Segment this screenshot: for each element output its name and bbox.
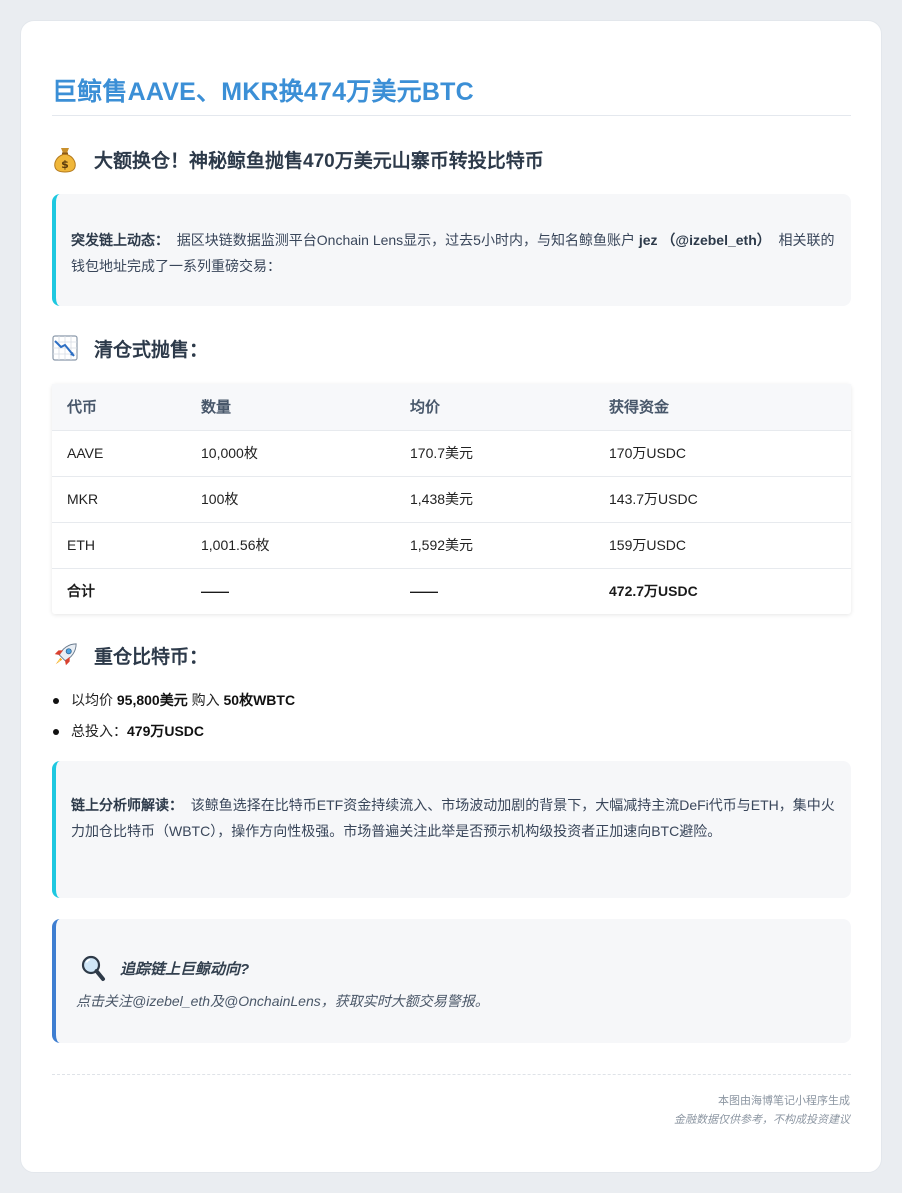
headline-text: 大额换仓！神秘鲸鱼抛售470万美元山寨币转投比特币 [94,150,544,172]
btc-section-title: 重仓比特币： [94,646,209,668]
table-cell: MKR [67,491,99,507]
magnifier-icon [80,953,108,983]
total-cell: 合计 [67,583,95,600]
table-cell: 170万USDC [609,445,687,461]
column-header: 代币 [67,399,98,417]
intro-account: jez （@izebel_eth） [638,232,771,248]
bullet-price: 95,800美元 [116,692,188,708]
footer-divider [52,1074,851,1075]
sell-section-heading: 清仓式抛售： [52,333,208,363]
table-row: ETH 1,001.56枚 1,592美元 159万USDC [52,522,851,568]
table-cell: 170.7美元 [410,445,474,461]
table-row: AAVE 10,000枚 170.7美元 170万USDC [52,430,851,476]
bullet-amount: 50枚WBTC [223,692,296,708]
table-cell: 1,592美元 [410,537,474,553]
headline: $ 大额换仓！神秘鲸鱼抛售470万美元山寨币转投比特币 [52,144,544,174]
table-row: MKR 100枚 1,438美元 143.7万USDC [52,476,851,522]
list-item: 总投入：479万USDC [52,721,295,752]
money-bag-icon: $ [52,144,78,174]
analysis-callout: 链上分析师解读： 该鲸鱼选择在比特币ETF资金持续流入、市场波动加剧的背景下，大… [52,761,851,898]
column-header: 数量 [201,399,232,417]
intro-callout: 突发链上动态： 据区块链数据监测平台Onchain Lens显示，过去5小时内，… [52,194,851,306]
intro-label: 突发链上动态： [71,232,169,248]
analysis-text: 该鲸鱼选择在比特币ETF资金持续流入、市场波动加剧的背景下，大幅减持主流DeFi… [71,797,835,839]
total-cell: 472.7万USDC [609,583,698,600]
table-cell: ETH [67,537,95,553]
intro-text1: 据区块链数据监测平台Onchain Lens显示，过去5小时内，与知名鲸鱼账户 [176,232,635,248]
bullet-amount: 479万USDC [127,723,205,739]
chart-decreasing-icon [52,333,78,363]
sell-section-title: 清仓式抛售： [94,339,209,361]
page-title: 巨鲸售AAVE、MKR换474万美元BTC [52,78,474,106]
rocket-icon [52,640,78,670]
total-cell: —— [410,583,438,600]
svg-text:$: $ [61,158,69,171]
footer-generator-note: 本图由海博笔记小程序生成 [718,1095,850,1107]
track-text: 点击关注@izebel_eth及@OnchainLens，获取实时大额交易警报。 [76,993,489,1009]
btc-section-heading: 重仓比特币： [52,640,208,670]
bullet-text: 以均价 [71,692,113,708]
analysis-label: 链上分析师解读： [71,797,183,813]
btc-bullet-list: 以均价 95,800美元 购入 50枚WBTC 总投入：479万USDC [52,690,296,752]
total-cell: —— [201,583,229,600]
table-header-row: 代币 数量 均价 获得资金 [52,384,851,430]
table-cell: 1,001.56枚 [201,537,270,553]
bullet-text: 购入 [191,692,220,708]
table-cell: 159万USDC [609,537,687,553]
track-title: 追踪链上巨鲸动向? [120,960,250,978]
table-cell: 100枚 [201,491,239,507]
table-cell: 10,000枚 [201,445,258,461]
footer-disclaimer: 金融数据仅供参考，不构成投资建议 [674,1114,850,1126]
table-cell: AAVE [67,445,104,461]
column-header: 均价 [410,399,441,417]
list-item: 以均价 95,800美元 购入 50枚WBTC [52,690,296,721]
table-total-row: 合计 —— —— 472.7万USDC [52,568,851,614]
title-divider [52,115,851,116]
table-cell: 143.7万USDC [609,491,698,507]
table-cell: 1,438美元 [410,491,474,507]
sales-table: 代币 数量 均价 获得资金 AAVE 10,000枚 170.7美元 170万U… [52,384,851,614]
article-card: 巨鲸售AAVE、MKR换474万美元BTC $ 大额换仓！神秘鲸鱼抛售470万美… [20,20,882,1173]
column-header: 获得资金 [609,399,670,417]
track-box: 追踪链上巨鲸动向? 点击关注@izebel_eth及@OnchainLens，获… [52,919,851,1043]
bullet-text: 总投入： [71,723,127,739]
track-heading: 追踪链上巨鲸动向? [80,953,249,983]
